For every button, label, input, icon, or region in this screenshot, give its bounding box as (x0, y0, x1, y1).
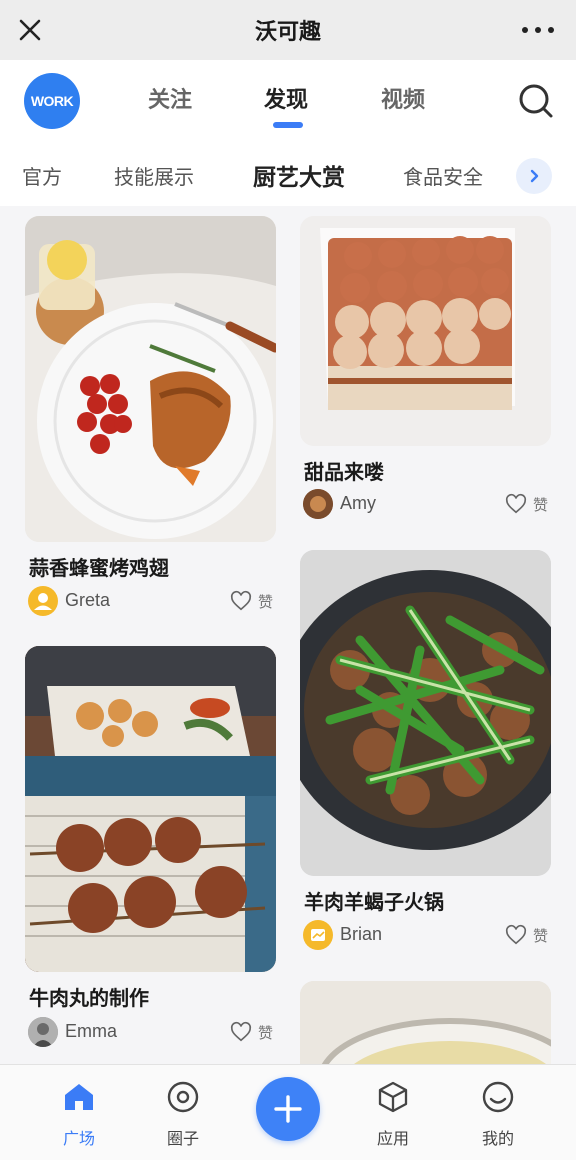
post-title[interactable]: 甜品来喽 (304, 456, 384, 485)
smile-icon (482, 1081, 514, 1113)
post-image[interactable] (300, 216, 551, 446)
heart-icon[interactable] (505, 924, 527, 946)
author-name[interactable]: Amy (340, 493, 376, 514)
window-title: 沃可趣 (254, 20, 321, 45)
title-bar: 沃可趣 (0, 0, 576, 60)
nav-label: 应用 (376, 1129, 409, 1148)
category-food-safety[interactable]: 食品安全 (403, 161, 483, 190)
nav-apps[interactable]: 应用 (353, 1075, 433, 1149)
like-label: 赞 (258, 1024, 274, 1042)
heart-icon[interactable] (230, 590, 252, 612)
author-name[interactable]: Emma (65, 1021, 117, 1042)
home-icon (65, 1084, 93, 1110)
search-icon[interactable] (518, 82, 554, 120)
chevron-right-icon[interactable] (516, 158, 552, 194)
app-logo[interactable]: WORK (24, 73, 80, 129)
nav-label: 圈子 (166, 1129, 199, 1148)
category-bar: 官方 技能展示 厨艺大赏 食品安全 (0, 142, 576, 206)
nav-circle[interactable]: 圈子 (143, 1075, 223, 1149)
category-official[interactable]: 官方 (22, 161, 62, 190)
nav-mine[interactable]: 我的 (458, 1075, 538, 1149)
post-image[interactable] (25, 646, 276, 972)
active-tab-indicator (273, 122, 303, 128)
like-label: 赞 (533, 927, 549, 945)
post-image[interactable] (300, 550, 551, 876)
post-title[interactable]: 羊肉羊蝎子火锅 (304, 886, 444, 915)
author-avatar[interactable] (303, 920, 333, 950)
heart-icon[interactable] (505, 493, 527, 515)
nav-label: 广场 (62, 1129, 95, 1148)
author-avatar[interactable] (28, 1017, 58, 1047)
post-title[interactable]: 蒜香蜂蜜烤鸡翅 (29, 552, 169, 581)
feed: 蒜香蜂蜜烤鸡翅 Greta 赞 甜品来喽 Amy 赞 牛肉丸的制作 Emma 赞… (0, 206, 576, 1064)
post-image[interactable] (25, 216, 276, 542)
plus-icon[interactable] (256, 1077, 320, 1141)
category-cooking[interactable]: 厨艺大赏 (253, 158, 345, 192)
close-icon[interactable] (14, 14, 46, 46)
cube-icon (378, 1081, 408, 1113)
like-label: 赞 (533, 496, 549, 514)
author-name[interactable]: Greta (65, 590, 110, 611)
author-avatar[interactable] (28, 586, 58, 616)
post-image[interactable] (300, 981, 551, 1064)
category-skills[interactable]: 技能展示 (114, 161, 194, 190)
nav-square[interactable]: 广场 (39, 1075, 119, 1149)
author-avatar[interactable] (303, 489, 333, 519)
nav-label: 我的 (481, 1129, 514, 1148)
author-name[interactable]: Brian (340, 924, 382, 945)
circle-icon (167, 1081, 199, 1113)
like-label: 赞 (258, 593, 274, 611)
tab-follow[interactable]: 关注 (148, 82, 192, 114)
tab-discover[interactable]: 发现 (264, 82, 308, 114)
heart-icon[interactable] (230, 1021, 252, 1043)
top-nav: WORK 关注 发现 视频 (0, 60, 576, 142)
bottom-nav: 广场 圈子 应用 我的 (0, 1064, 576, 1160)
tab-video[interactable]: 视频 (381, 82, 425, 114)
post-title[interactable]: 牛肉丸的制作 (29, 982, 149, 1011)
more-icon[interactable] (522, 18, 554, 42)
